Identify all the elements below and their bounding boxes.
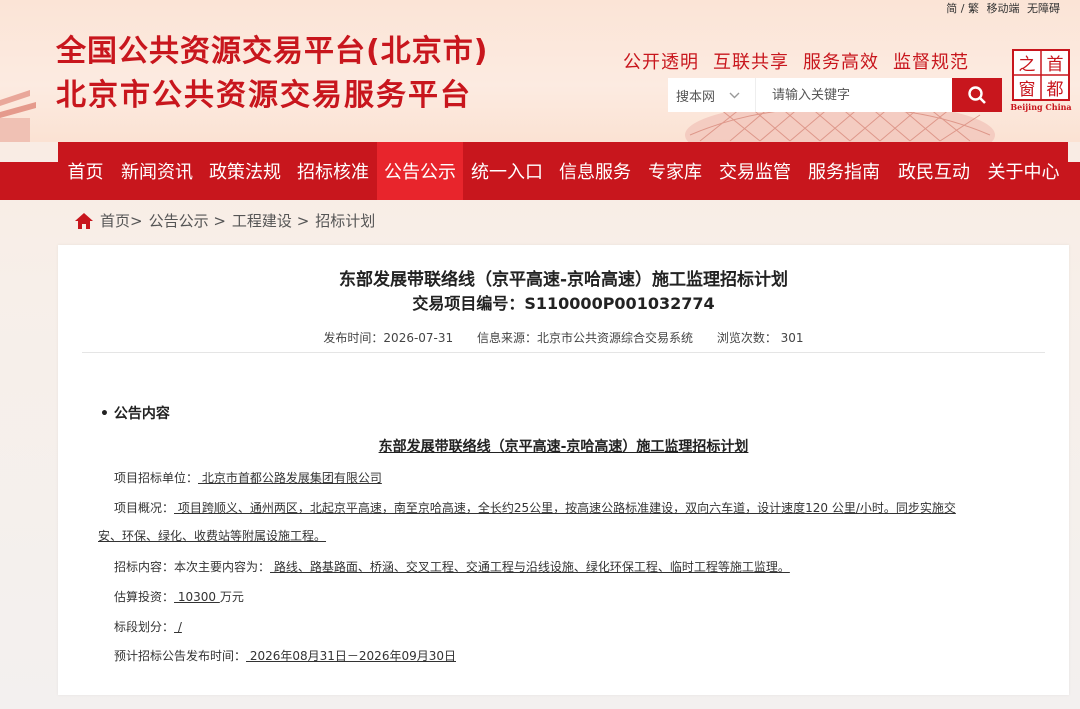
nav-item-experts[interactable]: 专家库 [639, 142, 711, 200]
nav-item-portal[interactable]: 统一入口 [463, 142, 551, 200]
accessibility-link[interactable]: 无障碍 [1027, 2, 1060, 15]
slogan: 公开透明 [623, 52, 699, 73]
language-toggle[interactable]: 简 / 繁 [946, 2, 979, 15]
field-label: 项目招标单位： [114, 471, 199, 485]
home-icon[interactable] [74, 212, 94, 230]
nav-item-guide[interactable]: 服务指南 [799, 142, 889, 200]
breadcrumb-announcements[interactable]: 公告公示 > [149, 210, 226, 231]
field-overview-cont: 安、环保、绿化、收费站等附属设施工程。 [98, 525, 326, 547]
breadcrumb-current[interactable]: 招标计划 [315, 210, 375, 231]
logo-caption: Beijing China [1010, 102, 1071, 112]
search-input[interactable] [756, 78, 952, 112]
field-value: 2026年08月31日－2026年09月30日 [246, 649, 456, 663]
publish-time: 发布时间：2026-07-31 [323, 331, 454, 345]
field-section-division: 标段划分： / [114, 616, 182, 638]
info-source: 信息来源：北京市公共资源综合交易系统 [477, 331, 694, 345]
field-value: 路线、路基路面、桥涵、交叉工程、交通工程与沿线设施、绿化环保工程、临时工程等施工… [270, 560, 790, 574]
chevron-down-icon [729, 92, 740, 98]
field-value: / [174, 620, 182, 634]
logo-char: 首 [1047, 55, 1064, 75]
field-expected-publish-time: 预计招标公告发布时间： 2026年08月31日－2026年09月30日 [114, 645, 456, 667]
nav-item-announcements[interactable]: 公告公示 [377, 142, 463, 200]
logo-char: 都 [1047, 80, 1064, 100]
field-unit: 万元 [219, 590, 244, 604]
search-scope-label: 搜本网 [676, 89, 716, 105]
slogan: 互联共享 [713, 52, 789, 73]
field-tender-content: 招标内容：本次主要内容为： 路线、路基路面、桥涵、交叉工程、交通工程与沿线设施、… [114, 556, 790, 578]
search-icon [968, 86, 986, 104]
search-button[interactable] [952, 78, 1002, 112]
divider [82, 352, 1045, 353]
site-header: 简 / 繁 移动端 无障碍 全国公共资源交易平台(北京市) 北京市公共资源交易服… [0, 0, 1080, 142]
mobile-link[interactable]: 移动端 [987, 2, 1020, 15]
field-label: 预计招标公告发布时间： [114, 649, 247, 663]
slogans: 公开透明 互联共享 服务高效 监督规范 [623, 48, 983, 74]
search-bar: 搜本网 [668, 78, 1002, 112]
nav-item-approval[interactable]: 招标核准 [289, 142, 377, 200]
nav-item-supervision[interactable]: 交易监管 [711, 142, 799, 200]
view-count: 浏览次数： 301 [716, 331, 804, 345]
capital-window-logo[interactable]: 之 首 窗 都 Beijing China [1010, 48, 1072, 112]
site-title-line2: 北京市公共资源交易服务平台 [56, 78, 472, 113]
logo-char: 窗 [1019, 80, 1036, 100]
article-card: 东部发展带联络线（京平高速-京哈高速）施工监理招标计划 交易项目编号：S1100… [58, 245, 1069, 695]
search-scope-select[interactable]: 搜本网 [668, 78, 756, 112]
field-value: 安、环保、绿化、收费站等附属设施工程。 [98, 529, 327, 543]
breadcrumb-construction[interactable]: 工程建设 > [232, 210, 309, 231]
site-title-line1: 全国公共资源交易平台(北京市) [56, 34, 489, 69]
field-investment: 估算投资： 10300 万元 [114, 586, 244, 608]
field-value: 北京市首都公路发展集团有限公司 [198, 471, 382, 485]
field-label: 估算投资： [114, 590, 175, 604]
breadcrumb: 首页> 公告公示 > 工程建设 > 招标计划 [74, 210, 375, 231]
breadcrumb-home[interactable]: 首页> [100, 210, 143, 231]
main-nav: 首页 新闻资讯 政策法规 招标核准 公告公示 统一入口 信息服务 专家库 交易监… [0, 142, 1080, 200]
field-value: 项目跨顺义、通州两区，北起京平高速，南至京哈高速，全长约25公里，按高速公路标准… [174, 501, 956, 515]
nav-item-interaction[interactable]: 政民互动 [889, 142, 979, 200]
field-label: 招标内容：本次主要内容为： [114, 560, 271, 574]
article-title: 东部发展带联络线（京平高速-京哈高速）施工监理招标计划 [338, 270, 789, 290]
nav-item-policy[interactable]: 政策法规 [201, 142, 289, 200]
section-label: • 公告内容 [100, 406, 170, 422]
nav-bar: 首页 新闻资讯 政策法规 招标核准 公告公示 统一入口 信息服务 专家库 交易监… [58, 142, 1068, 200]
nav-item-about[interactable]: 关于中心 [979, 142, 1068, 200]
nav-item-info-service[interactable]: 信息服务 [551, 142, 639, 200]
utility-links: 简 / 繁 移动端 无障碍 [942, 0, 1060, 16]
slogan: 服务高效 [803, 52, 879, 73]
field-tender-unit: 项目招标单位： 北京市首都公路发展集团有限公司 [114, 467, 382, 489]
article-meta: 发布时间：2026-07-31 信息来源：北京市公共资源综合交易系统 浏览次数：… [58, 329, 1069, 346]
nav-item-home[interactable]: 首页 [58, 142, 113, 200]
field-overview: 项目概况： 项目跨顺义、通州两区，北起京平高速，南至京哈高速，全长约25公里，按… [114, 497, 1014, 519]
slogan: 监督规范 [893, 52, 969, 73]
field-label: 标段划分： [114, 620, 175, 634]
field-value: 10300 [174, 590, 220, 604]
document-title: 东部发展带联络线（京平高速-京哈高速）施工监理招标计划 [378, 439, 749, 455]
article-project-number: 交易项目编号：S110000P001032774 [412, 294, 715, 313]
nav-item-news[interactable]: 新闻资讯 [113, 142, 201, 200]
field-label: 项目概况： [114, 501, 175, 515]
logo-char: 之 [1019, 55, 1036, 75]
temple-of-heaven-illustration [0, 90, 36, 142]
